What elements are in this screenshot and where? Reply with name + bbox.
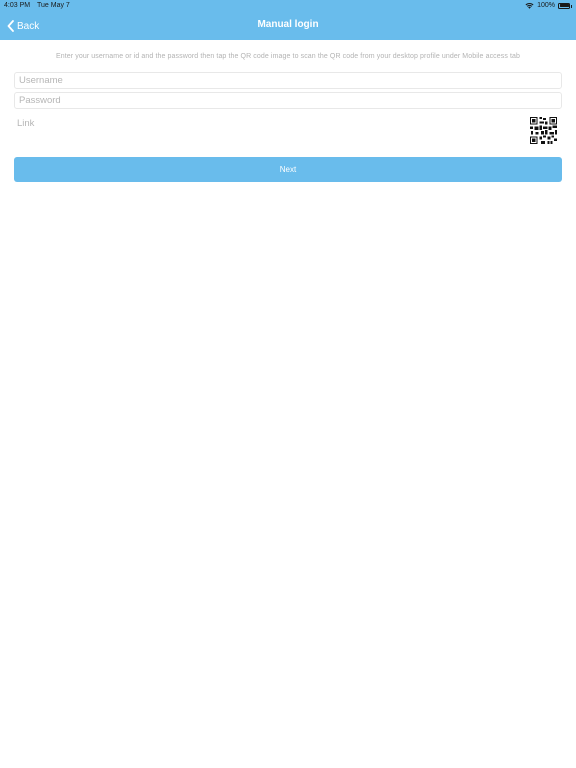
- status-date: Tue May 7: [37, 2, 70, 9]
- status-bar: 4:03 PM Tue May 7 100%: [0, 0, 576, 12]
- username-input[interactable]: [14, 72, 562, 89]
- status-time: 4:03 PM: [4, 2, 31, 9]
- battery-icon: [558, 2, 572, 9]
- password-input[interactable]: [14, 92, 562, 109]
- wifi-icon: [525, 2, 534, 9]
- battery-percentage: 100%: [537, 2, 555, 9]
- instructions-text: Enter your username or id and the passwo…: [55, 53, 521, 60]
- header: 4:03 PM Tue May 7 100% Back Manual login: [0, 0, 576, 40]
- qr-code-icon[interactable]: [530, 117, 557, 144]
- page-title: Manual login: [257, 19, 319, 30]
- next-button[interactable]: Next: [14, 157, 562, 182]
- link-row: Link: [14, 113, 562, 147]
- status-indicators: 100%: [525, 2, 572, 9]
- link-label: Link: [17, 118, 35, 129]
- navigation-bar: Back Manual login: [0, 12, 576, 40]
